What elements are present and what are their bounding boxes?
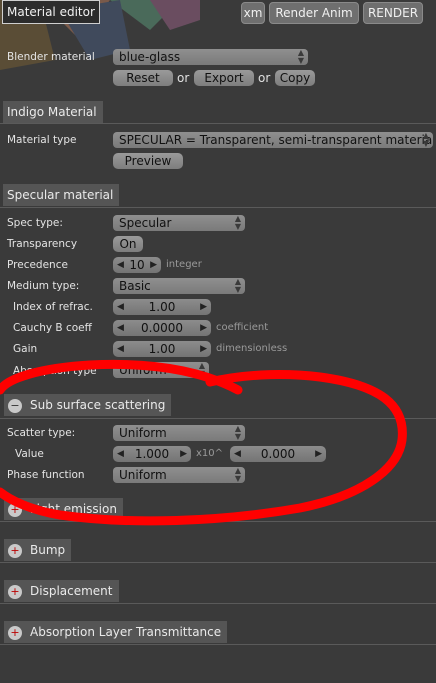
section-divider <box>0 603 436 604</box>
section-header-sss[interactable]: − Sub surface scattering <box>4 394 172 416</box>
cauchy-hint: coefficient <box>216 322 269 333</box>
increment-arrow-icon[interactable]: ▶ <box>315 446 322 462</box>
select-arrows-icon: ▲ ▼ <box>297 48 304 65</box>
expand-icon[interactable]: + <box>8 625 22 640</box>
ior-field[interactable]: ◀ 1.00 ▶ <box>113 299 211 315</box>
section-divider <box>0 644 436 645</box>
expand-icon[interactable]: + <box>8 502 22 517</box>
gain-field[interactable]: ◀ 1.00 ▶ <box>113 341 211 357</box>
expand-icon[interactable]: + <box>8 543 22 558</box>
material-type-select[interactable]: SPECULAR = Transparent, semi-transparent… <box>113 132 433 148</box>
scatter-type-label: Scatter type: <box>7 427 76 439</box>
scatter-type-value: Uniform <box>119 426 167 440</box>
phase-function-value: Uniform <box>119 468 167 482</box>
absorption-layer-title: Absorption Layer Transmittance <box>30 625 222 639</box>
bump-title: Bump <box>30 543 66 557</box>
value-mantissa-field[interactable]: ◀ 1.000 ▶ <box>113 446 191 462</box>
phase-function-label: Phase function <box>7 469 85 481</box>
section-header-indigo-material: Indigo Material <box>3 101 103 123</box>
section-divider <box>0 207 436 208</box>
increment-arrow-icon[interactable]: ▶ <box>200 320 207 336</box>
exponent-label: x10^ <box>196 448 224 459</box>
reset-button[interactable]: Reset <box>113 70 173 86</box>
medium-type-label: Medium type: <box>7 280 80 292</box>
section-divider <box>0 521 436 522</box>
sss-title: Sub surface scattering <box>30 398 166 412</box>
section-header-light-emission[interactable]: + Light emission <box>4 498 123 520</box>
window-title: Material editor <box>2 0 100 24</box>
material-type-label: Material type <box>7 134 77 146</box>
absorption-type-select[interactable]: Uniform ▲ ▼ <box>113 362 209 378</box>
section-header-bump[interactable]: + Bump <box>4 539 72 561</box>
precedence-hint: integer <box>166 259 202 270</box>
medium-type-value: Basic <box>119 279 151 293</box>
absorption-type-value: Uniform <box>119 363 167 377</box>
cauchy-label: Cauchy B coeff <box>13 322 92 334</box>
cauchy-value: 0.0000 <box>141 321 183 335</box>
value-exponent: 0.000 <box>260 447 296 461</box>
medium-type-select[interactable]: Basic ▲ ▼ <box>113 278 245 294</box>
gain-label: Gain <box>13 343 38 355</box>
blender-material-label: Blender material <box>7 51 95 63</box>
section-divider <box>0 418 436 419</box>
transparency-toggle[interactable]: On <box>113 236 143 252</box>
absorption-type-label: Absorption type <box>13 365 97 377</box>
blender-material-select[interactable]: blue-glass ▲ ▼ <box>113 49 308 65</box>
section-header-displacement[interactable]: + Displacement <box>4 580 119 602</box>
decrement-arrow-icon[interactable]: ◀ <box>117 320 124 336</box>
increment-arrow-icon[interactable]: ▶ <box>180 446 187 462</box>
section-divider <box>0 123 436 124</box>
increment-arrow-icon[interactable]: ▶ <box>200 341 207 357</box>
precedence-field[interactable]: ◀ 10 ▶ <box>113 257 161 273</box>
preview-button[interactable]: Preview <box>113 153 183 169</box>
render-button[interactable]: RENDER <box>363 2 423 24</box>
scatter-type-select[interactable]: Uniform ▲ ▼ <box>113 425 245 441</box>
select-arrows-icon: ▲ ▼ <box>234 214 241 231</box>
section-divider <box>0 562 436 563</box>
or-separator: or <box>177 71 190 85</box>
decrement-arrow-icon[interactable]: ◀ <box>117 446 124 462</box>
precedence-label: Precedence <box>7 259 68 271</box>
expand-icon[interactable]: + <box>8 584 22 599</box>
displacement-title: Displacement <box>30 584 113 598</box>
ior-label: Index of refrac. <box>13 301 93 313</box>
spec-type-value: Specular <box>119 216 172 230</box>
section-header-absorption-layer[interactable]: + Absorption Layer Transmittance <box>4 621 228 643</box>
decrement-arrow-icon[interactable]: ◀ <box>117 299 124 315</box>
or-separator: or <box>258 71 271 85</box>
decrement-arrow-icon[interactable]: ◀ <box>117 341 124 357</box>
blender-material-value: blue-glass <box>119 50 181 64</box>
value-label: Value <box>15 448 44 460</box>
xm-button[interactable]: xm <box>241 2 265 24</box>
select-arrows-icon: ▲ ▼ <box>234 424 241 441</box>
light-emission-title: Light emission <box>30 502 117 516</box>
phase-function-select[interactable]: Uniform ▲ ▼ <box>113 467 245 483</box>
render-anim-button[interactable]: Render Anim <box>269 2 359 24</box>
cauchy-field[interactable]: ◀ 0.0000 ▶ <box>113 320 211 336</box>
ior-value: 1.00 <box>148 300 176 314</box>
select-arrows-icon: ▲ ▼ <box>234 277 241 294</box>
gain-value: 1.00 <box>148 342 176 356</box>
collapse-icon[interactable]: − <box>8 398 22 413</box>
spec-type-select[interactable]: Specular ▲ ▼ <box>113 215 245 231</box>
select-arrows-icon: ▲ ▼ <box>234 466 241 483</box>
value-mantissa: 1.000 <box>134 447 170 461</box>
increment-arrow-icon[interactable]: ▶ <box>200 299 207 315</box>
increment-arrow-icon[interactable]: ▶ <box>150 257 157 273</box>
copy-button[interactable]: Copy <box>275 70 315 86</box>
export-button[interactable]: Export <box>194 70 254 86</box>
select-arrows-icon: ▲ ▼ <box>198 361 205 378</box>
material-type-value: SPECULAR = Transparent, semi-transparent… <box>119 133 433 147</box>
spec-type-label: Spec type: <box>7 217 63 229</box>
select-arrows-icon: ▲ ▼ <box>422 132 429 148</box>
decrement-arrow-icon[interactable]: ◀ <box>117 257 124 273</box>
section-header-specular-material: Specular material <box>3 184 120 206</box>
transparency-label: Transparency <box>7 238 78 250</box>
precedence-value: 10 <box>129 258 145 272</box>
gain-hint: dimensionless <box>216 343 288 354</box>
value-exponent-field[interactable]: ◀ 0.000 ▶ <box>230 446 326 462</box>
decrement-arrow-icon[interactable]: ◀ <box>234 446 241 462</box>
